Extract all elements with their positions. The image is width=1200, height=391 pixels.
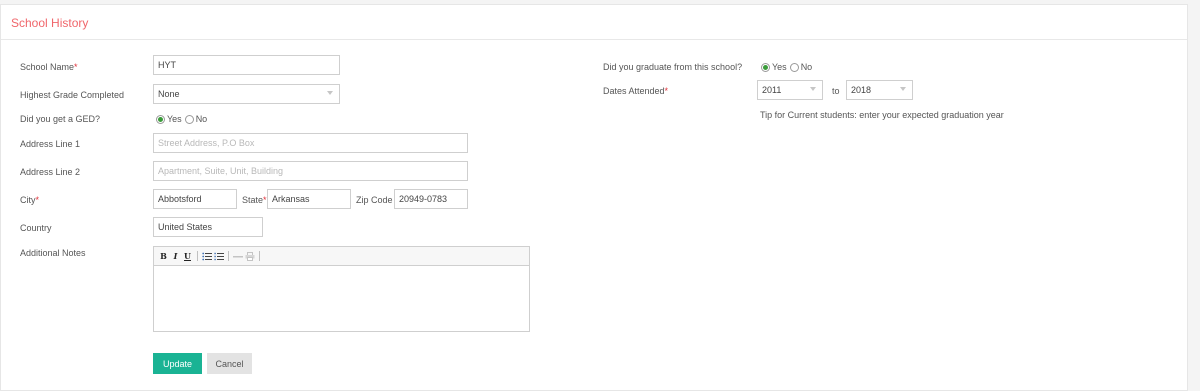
- grade-select-value: None: [158, 89, 180, 99]
- toolbar-separator: [197, 251, 198, 261]
- country-input[interactable]: [153, 217, 263, 237]
- graduate-yes-radio[interactable]: [761, 62, 770, 72]
- ged-yes-radio[interactable]: [156, 114, 165, 124]
- horizontal-rule-icon[interactable]: [232, 251, 243, 262]
- graduate-no-radio[interactable]: [789, 62, 799, 72]
- dates-to-label: to: [832, 86, 840, 96]
- additional-notes-label: Additional Notes: [20, 248, 86, 258]
- country-label: Country: [20, 223, 52, 233]
- grade-select[interactable]: None: [153, 84, 340, 104]
- bullet-list-icon[interactable]: [201, 251, 212, 262]
- start-year-value: 2011: [762, 85, 782, 95]
- end-year-value: 2018: [851, 85, 872, 95]
- school-name-input[interactable]: [153, 55, 340, 75]
- address-line-1-label: Address Line 1: [20, 139, 81, 149]
- toolbar-separator: [228, 251, 229, 261]
- state-label: State*: [242, 195, 267, 205]
- section-title: School History: [11, 16, 89, 30]
- ged-radio-group: Yes No: [156, 114, 210, 124]
- ged-no-radio[interactable]: [184, 114, 194, 124]
- underline-icon[interactable]: U: [182, 251, 193, 262]
- bold-icon[interactable]: B: [158, 251, 169, 262]
- toolbar-separator: [259, 251, 260, 261]
- graduate-radio-group: Yes No: [761, 62, 815, 72]
- numbered-list-icon[interactable]: [213, 251, 224, 262]
- graduate-yes-label: Yes: [772, 62, 787, 72]
- required-marker: *: [263, 195, 267, 205]
- ged-no-label: No: [195, 114, 208, 124]
- city-input[interactable]: [153, 189, 237, 209]
- dates-attended-label: Dates Attended*: [603, 86, 668, 96]
- state-input[interactable]: [267, 189, 351, 209]
- required-marker: *: [74, 62, 78, 72]
- cancel-button[interactable]: Cancel: [207, 353, 252, 374]
- print-icon[interactable]: [244, 251, 255, 262]
- ged-yes-label: Yes: [167, 114, 182, 124]
- state-label-text: State: [242, 195, 264, 205]
- address-line-2-input[interactable]: [153, 161, 468, 181]
- city-label-text: City: [20, 195, 36, 205]
- start-year-select[interactable]: 2011: [757, 80, 823, 100]
- city-label: City*: [20, 195, 39, 205]
- italic-icon[interactable]: I: [170, 251, 181, 262]
- dates-attended-label-text: Dates Attended: [603, 86, 665, 96]
- grade-label: Highest Grade Completed: [20, 90, 125, 100]
- ged-label: Did you get a GED?: [20, 114, 101, 124]
- chevron-down-icon: [900, 87, 906, 91]
- school-name-label-text: School Name: [20, 62, 75, 72]
- graduation-tip: Tip for Current students: enter your exp…: [760, 110, 1004, 120]
- end-year-select[interactable]: 2018: [846, 80, 913, 100]
- zip-code-input[interactable]: [394, 189, 468, 209]
- update-button[interactable]: Update: [153, 353, 202, 374]
- zip-code-label: Zip Code: [356, 195, 393, 205]
- address-line-2-label: Address Line 2: [20, 167, 81, 177]
- address-line-1-input[interactable]: [153, 133, 468, 153]
- school-name-label: School Name*: [20, 62, 78, 72]
- additional-notes-editor: B I U: [153, 246, 530, 332]
- chevron-down-icon: [327, 91, 333, 95]
- editor-toolbar: B I U: [154, 247, 529, 266]
- required-marker: *: [35, 195, 40, 205]
- graduate-no-label: No: [800, 62, 813, 72]
- chevron-down-icon: [810, 87, 816, 91]
- required-marker: *: [664, 86, 669, 96]
- title-divider: [1, 39, 1187, 40]
- graduate-label: Did you graduate from this school?: [603, 62, 743, 72]
- additional-notes-textarea[interactable]: [154, 266, 529, 332]
